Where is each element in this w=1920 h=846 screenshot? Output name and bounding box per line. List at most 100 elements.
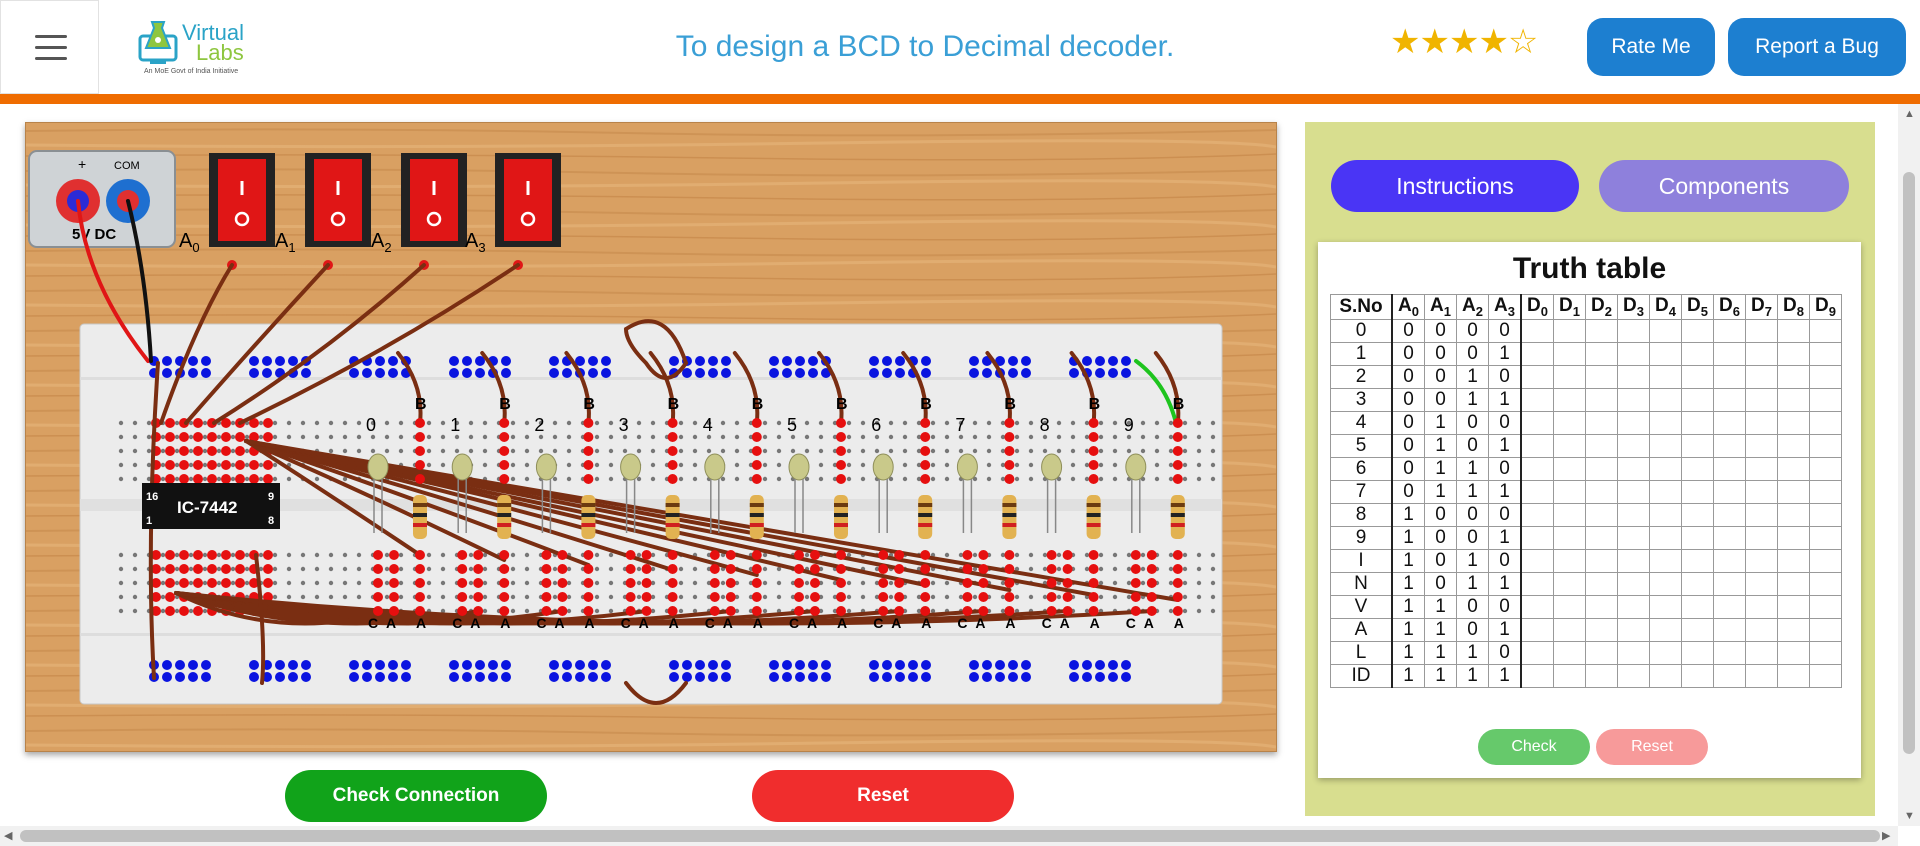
breadboard-hole[interactable] <box>972 552 978 558</box>
breadboard-hole[interactable] <box>342 594 348 600</box>
occupied-hole[interactable] <box>625 578 636 588</box>
breadboard-hole[interactable] <box>216 566 222 572</box>
occupied-hole[interactable] <box>1088 418 1099 428</box>
truth-table-output-cell[interactable] <box>1520 456 1554 481</box>
truth-table-output-cell[interactable] <box>1809 640 1842 665</box>
breadboard-hole[interactable] <box>944 552 950 558</box>
check-table-button[interactable]: Check <box>1478 729 1590 765</box>
occupied-hole[interactable] <box>1088 460 1099 470</box>
breadboard-hole[interactable] <box>272 580 278 586</box>
breadboard-hole[interactable] <box>972 434 978 440</box>
occupied-hole[interactable] <box>810 550 820 560</box>
breadboard-hole[interactable] <box>706 448 712 454</box>
occupied-hole[interactable] <box>415 578 425 588</box>
occupied-hole[interactable] <box>179 432 189 442</box>
breadboard-hole[interactable] <box>678 462 684 468</box>
truth-table-output-cell[interactable] <box>1617 502 1650 527</box>
breadboard-hole[interactable] <box>314 476 320 482</box>
breadboard-hole[interactable] <box>776 594 782 600</box>
breadboard-hole[interactable] <box>692 420 698 426</box>
truth-table-output-cell[interactable] <box>1585 456 1618 481</box>
occupied-hole[interactable] <box>1062 550 1073 560</box>
occupied-hole[interactable] <box>1004 474 1015 484</box>
power-rail-hole[interactable] <box>1069 660 1079 670</box>
breadboard-hole[interactable] <box>244 580 250 586</box>
truth-table-output-cell[interactable] <box>1681 364 1714 389</box>
breadboard-hole[interactable] <box>510 476 516 482</box>
breadboard-hole[interactable] <box>174 476 180 482</box>
occupied-hole[interactable] <box>836 592 846 602</box>
breadboard-hole[interactable] <box>622 448 628 454</box>
occupied-hole[interactable] <box>473 578 484 588</box>
breadboard-hole[interactable] <box>230 580 236 586</box>
occupied-hole[interactable] <box>207 550 217 560</box>
truth-table-output-cell[interactable] <box>1553 410 1586 435</box>
breadboard-hole[interactable] <box>538 434 544 440</box>
occupied-hole[interactable] <box>179 550 189 560</box>
breadboard-hole[interactable] <box>1196 448 1202 454</box>
truth-table-output-cell[interactable] <box>1777 387 1810 412</box>
breadboard-hole[interactable] <box>118 594 124 600</box>
breadboard-hole[interactable] <box>650 448 656 454</box>
occupied-hole[interactable] <box>667 432 678 442</box>
occupied-hole[interactable] <box>751 592 762 602</box>
breadboard-hole[interactable] <box>440 594 446 600</box>
truth-table-output-cell[interactable] <box>1553 479 1586 504</box>
breadboard-hole[interactable] <box>734 420 740 426</box>
breadboard-hole[interactable] <box>804 552 810 558</box>
breadboard-hole[interactable] <box>300 420 306 426</box>
truth-table-output-cell[interactable] <box>1713 364 1746 389</box>
truth-table-output-cell[interactable] <box>1553 640 1586 665</box>
occupied-hole[interactable] <box>894 564 905 574</box>
truth-table-output-cell[interactable] <box>1681 341 1714 366</box>
breadboard-hole[interactable] <box>594 448 600 454</box>
occupied-hole[interactable] <box>878 550 889 560</box>
truth-table-output-cell[interactable] <box>1777 502 1810 527</box>
breadboard-hole[interactable] <box>1196 552 1202 558</box>
breadboard-hole[interactable] <box>552 476 558 482</box>
power-rail-hole[interactable] <box>388 672 398 682</box>
breadboard-hole[interactable] <box>790 434 796 440</box>
power-rail-hole[interactable] <box>188 356 198 366</box>
truth-table-output-cell[interactable] <box>1617 548 1650 573</box>
breadboard-hole[interactable] <box>356 448 362 454</box>
breadboard-hole[interactable] <box>818 462 824 468</box>
occupied-hole[interactable] <box>667 446 678 456</box>
occupied-hole[interactable] <box>962 592 973 602</box>
occupied-hole[interactable] <box>751 432 762 442</box>
occupied-hole[interactable] <box>583 474 594 484</box>
occupied-hole[interactable] <box>583 446 594 456</box>
breadboard-hole[interactable] <box>328 566 334 572</box>
breadboard-hole[interactable] <box>216 476 222 482</box>
breadboard-hole[interactable] <box>1028 448 1034 454</box>
breadboard-hole[interactable] <box>1196 594 1202 600</box>
occupied-hole[interactable] <box>1172 564 1183 574</box>
breadboard-hole[interactable] <box>930 448 936 454</box>
breadboard-hole[interactable] <box>1042 566 1048 572</box>
breadboard-hole[interactable] <box>1112 448 1118 454</box>
breadboard-hole[interactable] <box>174 566 180 572</box>
breadboard-hole[interactable] <box>566 462 572 468</box>
breadboard-hole[interactable] <box>1014 420 1020 426</box>
power-rail-hole[interactable] <box>249 660 259 670</box>
occupied-hole[interactable] <box>1004 432 1015 442</box>
scroll-right-icon[interactable]: ▶ <box>1882 829 1890 842</box>
power-rail-hole[interactable] <box>721 660 731 670</box>
breadboard-hole[interactable] <box>356 552 362 558</box>
breadboard-hole[interactable] <box>1084 420 1090 426</box>
breadboard-hole[interactable] <box>356 566 362 572</box>
breadboard-hole[interactable] <box>1210 608 1216 614</box>
occupied-hole[interactable] <box>541 592 552 602</box>
breadboard-hole[interactable] <box>132 552 138 558</box>
occupied-hole[interactable] <box>263 474 273 484</box>
breadboard-hole[interactable] <box>1182 420 1188 426</box>
breadboard-hole[interactable] <box>888 434 894 440</box>
breadboard-hole[interactable] <box>1196 434 1202 440</box>
breadboard-hole[interactable] <box>958 448 964 454</box>
occupied-hole[interactable] <box>1004 592 1015 602</box>
power-rail-hole[interactable] <box>895 368 905 378</box>
breadboard-hole[interactable] <box>636 552 642 558</box>
breadboard-hole[interactable] <box>482 462 488 468</box>
occupied-hole[interactable] <box>878 578 889 588</box>
breadboard-hole[interactable] <box>426 434 432 440</box>
